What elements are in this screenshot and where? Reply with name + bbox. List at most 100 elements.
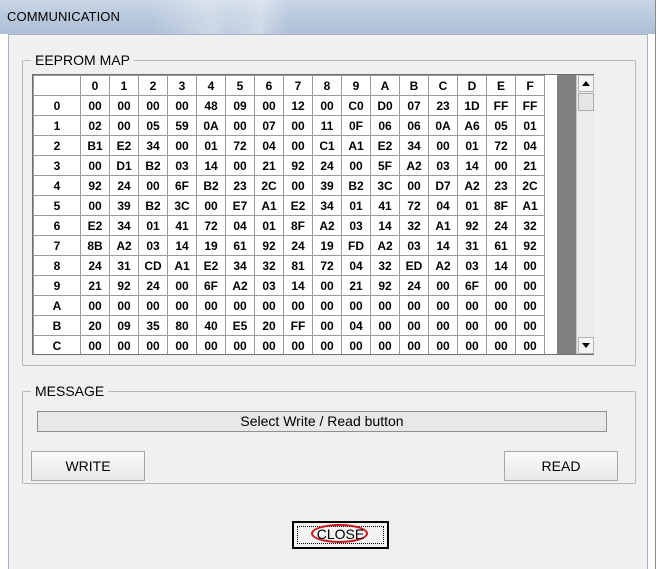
eeprom-cell[interactable]: 06 bbox=[399, 115, 429, 136]
eeprom-cell[interactable]: 00 bbox=[167, 295, 197, 316]
eeprom-cell[interactable]: 00 bbox=[486, 295, 516, 316]
eeprom-cell[interactable]: 00 bbox=[428, 275, 458, 296]
eeprom-cell[interactable]: 1D bbox=[457, 95, 487, 116]
eeprom-cell[interactable]: 8F bbox=[486, 195, 516, 216]
eeprom-cell[interactable]: 2C bbox=[254, 175, 284, 196]
eeprom-cell[interactable]: FF bbox=[515, 95, 545, 116]
eeprom-cell[interactable]: 14 bbox=[486, 255, 516, 276]
eeprom-cell[interactable]: 04 bbox=[341, 315, 371, 336]
eeprom-cell[interactable]: 92 bbox=[254, 235, 284, 256]
eeprom-cell[interactable]: A2 bbox=[109, 235, 139, 256]
eeprom-cell[interactable]: 8B bbox=[80, 235, 110, 256]
eeprom-cell[interactable]: 00 bbox=[312, 335, 342, 354]
eeprom-cell[interactable]: 00 bbox=[254, 335, 284, 354]
eeprom-cell[interactable]: E2 bbox=[283, 195, 313, 216]
eeprom-cell[interactable]: 31 bbox=[457, 235, 487, 256]
eeprom-cell[interactable]: 11 bbox=[312, 115, 342, 136]
eeprom-cell[interactable]: 00 bbox=[283, 335, 313, 354]
eeprom-cell[interactable]: 31 bbox=[109, 255, 139, 276]
eeprom-cell[interactable]: 00 bbox=[370, 315, 400, 336]
eeprom-cell[interactable]: 32 bbox=[254, 255, 284, 276]
eeprom-table[interactable]: 0123456789ABCDEF 0 00 00 00 00 48 09 00 12 00 C0 D0… bbox=[33, 75, 545, 354]
eeprom-cell[interactable]: D0 bbox=[370, 95, 400, 116]
eeprom-cell[interactable]: 40 bbox=[196, 315, 226, 336]
eeprom-cell[interactable]: 24 bbox=[80, 255, 110, 276]
eeprom-cell[interactable]: 00 bbox=[80, 335, 110, 354]
eeprom-cell[interactable]: B2 bbox=[196, 175, 226, 196]
eeprom-cell[interactable]: 00 bbox=[341, 335, 371, 354]
eeprom-cell[interactable]: D1 bbox=[109, 155, 139, 176]
read-button[interactable]: READ bbox=[504, 451, 618, 481]
eeprom-cell[interactable]: 00 bbox=[138, 335, 168, 354]
eeprom-cell[interactable]: 6F bbox=[167, 175, 197, 196]
eeprom-cell[interactable]: 0F bbox=[341, 115, 371, 136]
eeprom-cell[interactable]: ED bbox=[399, 255, 429, 276]
eeprom-cell[interactable]: 6F bbox=[196, 275, 226, 296]
eeprom-cell[interactable]: A2 bbox=[312, 215, 342, 236]
eeprom-cell[interactable]: 09 bbox=[225, 95, 255, 116]
eeprom-cell[interactable]: 00 bbox=[109, 335, 139, 354]
eeprom-cell[interactable]: 34 bbox=[109, 215, 139, 236]
eeprom-cell[interactable]: 05 bbox=[138, 115, 168, 136]
eeprom-cell[interactable]: B2 bbox=[138, 195, 168, 216]
eeprom-cell[interactable]: 04 bbox=[428, 195, 458, 216]
eeprom-cell[interactable]: 34 bbox=[225, 255, 255, 276]
eeprom-cell[interactable]: 19 bbox=[312, 235, 342, 256]
eeprom-cell[interactable]: 07 bbox=[254, 115, 284, 136]
eeprom-cell[interactable]: 00 bbox=[341, 295, 371, 316]
eeprom-grid[interactable]: 0123456789ABCDEF 0 00 00 00 00 48 09 00 12 00 C0 D0… bbox=[32, 74, 594, 355]
eeprom-cell[interactable]: 00 bbox=[428, 295, 458, 316]
eeprom-cell[interactable]: 32 bbox=[515, 215, 545, 236]
eeprom-cell[interactable]: 01 bbox=[138, 215, 168, 236]
eeprom-cell[interactable]: 00 bbox=[196, 195, 226, 216]
eeprom-cell[interactable]: 04 bbox=[515, 135, 545, 156]
eeprom-cell[interactable]: 01 bbox=[341, 195, 371, 216]
eeprom-cell[interactable]: 72 bbox=[196, 215, 226, 236]
eeprom-cell[interactable]: 39 bbox=[312, 175, 342, 196]
eeprom-cell[interactable]: CD bbox=[138, 255, 168, 276]
eeprom-cell[interactable]: 01 bbox=[457, 195, 487, 216]
write-button[interactable]: WRITE bbox=[31, 451, 145, 481]
eeprom-cell[interactable]: 0A bbox=[428, 115, 458, 136]
eeprom-cell[interactable]: 02 bbox=[80, 115, 110, 136]
eeprom-cell[interactable]: 00 bbox=[312, 295, 342, 316]
eeprom-cell[interactable]: 14 bbox=[457, 155, 487, 176]
eeprom-cell[interactable]: 24 bbox=[486, 215, 516, 236]
eeprom-cell[interactable]: A6 bbox=[457, 115, 487, 136]
eeprom-cell[interactable]: 04 bbox=[341, 255, 371, 276]
eeprom-cell[interactable]: 72 bbox=[312, 255, 342, 276]
eeprom-cell[interactable]: 03 bbox=[428, 155, 458, 176]
eeprom-cell[interactable]: 6F bbox=[457, 275, 487, 296]
eeprom-cell[interactable]: 00 bbox=[80, 295, 110, 316]
eeprom-cell[interactable]: 00 bbox=[399, 335, 429, 354]
eeprom-cell[interactable]: 00 bbox=[225, 155, 255, 176]
eeprom-cell[interactable]: 03 bbox=[399, 235, 429, 256]
eeprom-cell[interactable]: 00 bbox=[138, 295, 168, 316]
eeprom-cell[interactable]: A1 bbox=[515, 195, 545, 216]
eeprom-cell[interactable]: E2 bbox=[80, 215, 110, 236]
eeprom-cell[interactable]: 61 bbox=[225, 235, 255, 256]
eeprom-cell[interactable]: 00 bbox=[167, 335, 197, 354]
eeprom-cell[interactable]: 00 bbox=[428, 135, 458, 156]
eeprom-cell[interactable]: 21 bbox=[254, 155, 284, 176]
eeprom-cell[interactable]: 00 bbox=[80, 195, 110, 216]
eeprom-cell[interactable]: 00 bbox=[515, 315, 545, 336]
eeprom-cell[interactable]: E2 bbox=[109, 135, 139, 156]
eeprom-cell[interactable]: 00 bbox=[109, 115, 139, 136]
eeprom-cell[interactable]: 34 bbox=[138, 135, 168, 156]
eeprom-cell[interactable]: 61 bbox=[486, 235, 516, 256]
eeprom-cell[interactable]: 00 bbox=[399, 175, 429, 196]
eeprom-cell[interactable]: D7 bbox=[428, 175, 458, 196]
eeprom-cell[interactable]: 00 bbox=[196, 295, 226, 316]
eeprom-cell[interactable]: 72 bbox=[399, 195, 429, 216]
eeprom-cell[interactable]: 21 bbox=[341, 275, 371, 296]
eeprom-cell[interactable]: 00 bbox=[283, 115, 313, 136]
eeprom-cell[interactable]: 00 bbox=[428, 315, 458, 336]
eeprom-cell[interactable]: 14 bbox=[370, 215, 400, 236]
eeprom-cell[interactable]: 00 bbox=[486, 315, 516, 336]
eeprom-cell[interactable]: 00 bbox=[486, 275, 516, 296]
eeprom-cell[interactable]: 00 bbox=[109, 295, 139, 316]
eeprom-cell[interactable]: 01 bbox=[515, 115, 545, 136]
eeprom-cell[interactable]: 00 bbox=[167, 95, 197, 116]
eeprom-cell[interactable]: 00 bbox=[167, 275, 197, 296]
